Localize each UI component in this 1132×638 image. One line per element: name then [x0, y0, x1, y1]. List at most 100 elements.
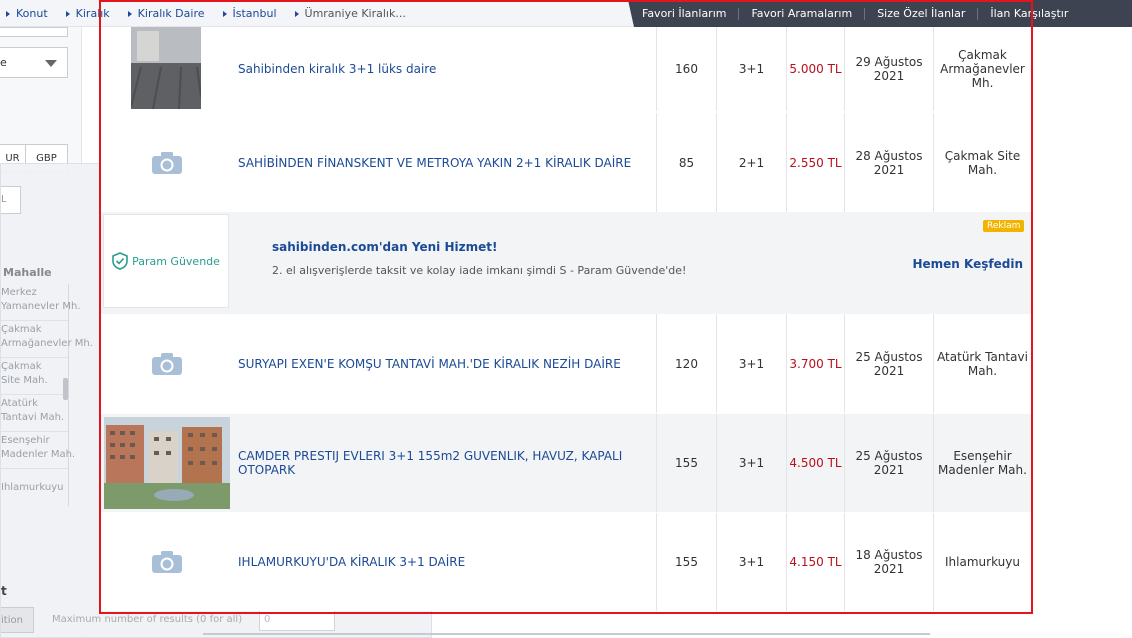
top-bar: Konut Kiralık Kiralık Daire İstanbul Ümr…	[0, 0, 1132, 27]
neighborhood-heading: Mahalle	[3, 266, 52, 279]
tab-favorite-listings[interactable]: Favori İlanlarım	[628, 7, 738, 20]
listing-price: 4.150 TL	[786, 513, 844, 611]
neighborhood-label: Ihlamurkuyu	[1, 482, 64, 493]
listing-location: Çakmak Site Mah.	[933, 113, 1031, 212]
breadcrumb-item[interactable]: Konut	[0, 7, 58, 20]
triangle-right-icon	[222, 10, 227, 17]
ad-banner[interactable]: Param Güvende sahibinden.com'dan Yeni Hi…	[101, 212, 1031, 314]
breadcrumb-label: Kiralık	[75, 7, 110, 20]
listing-location: Ihlamurkuyu	[933, 513, 1031, 611]
listing-thumbnail[interactable]	[101, 113, 232, 212]
partial-button[interactable]: ition	[1, 607, 34, 633]
listing-thumbnail[interactable]	[101, 513, 232, 611]
table-row[interactable]: SURYAPI EXEN'E KOMŞU TANTAVİ MAH.'DE KİR…	[101, 314, 1031, 413]
filter-text-input[interactable]	[0, 27, 68, 37]
listing-rooms: 2+1	[716, 113, 786, 212]
breadcrumb-item[interactable]: Kiralık Daire	[120, 7, 215, 20]
breadcrumb-label: Konut	[16, 7, 48, 20]
listing-location: Atatürk Tantavi Mah.	[933, 314, 1031, 413]
ad-cta-link[interactable]: Hemen Keşfedin	[912, 257, 1023, 271]
listing-rooms: 3+1	[716, 27, 786, 111]
divider	[203, 633, 930, 635]
ad-description: 2. el alışverişlerde taksit ve kolay iad…	[272, 264, 687, 277]
listing-price: 4.500 TL	[786, 414, 844, 512]
currency-input[interactable]: L	[1, 186, 21, 214]
camera-icon	[151, 352, 182, 375]
filter-select-value: e	[0, 56, 7, 69]
neighborhood-item[interactable]: Esenşehir Madenler Mah.	[1, 432, 75, 469]
ad-title[interactable]: sahibinden.com'dan Yeni Hizmet!	[272, 240, 497, 254]
listing-thumbnail[interactable]	[101, 314, 232, 413]
camera-icon	[151, 551, 182, 573]
listing-price: 3.700 TL	[786, 314, 844, 413]
breadcrumb-label: Ümraniye Kiralık...	[304, 7, 406, 20]
breadcrumb: Konut Kiralık Kiralık Daire İstanbul Ümr…	[0, 0, 416, 27]
neighborhood-label: Atatürk Tantavi Mah.	[1, 398, 65, 423]
ad-badge: Reklam	[983, 220, 1025, 232]
tab-special-listings[interactable]: Size Özel İlanlar	[864, 7, 977, 20]
neighborhood-item[interactable]: Atatürk Tantavi Mah.	[1, 395, 68, 432]
neighborhood-item[interactable]: Merkez Yamanevler Mh.	[1, 284, 81, 321]
triangle-right-icon	[127, 10, 132, 17]
listing-thumbnail[interactable]	[101, 27, 232, 111]
neighborhood-label: Çakmak Site Mah.	[1, 361, 48, 386]
listing-price: 5.000 TL	[786, 27, 844, 111]
listing-location: Çakmak Armağanevler Mh.	[933, 27, 1031, 111]
listing-location: Esenşehir Madenler Mah.	[933, 414, 1031, 512]
listing-table: Sahibinden kiralık 3+1 lüks daire 160 3+…	[101, 27, 1031, 611]
table-row[interactable]: SAHİBİNDEN FİNANSKENT VE METROYA YAKIN 2…	[101, 113, 1031, 212]
listing-title-link[interactable]: SURYAPI EXEN'E KOMŞU TANTAVİ MAH.'DE KİR…	[232, 357, 656, 371]
header-tabs: Favori İlanlarım Favori Aramalarım Size …	[628, 0, 1132, 27]
listing-rooms: 3+1	[716, 414, 786, 512]
neighborhood-list[interactable]: Merkez Yamanevler Mh. Çakmak Armağanevle…	[1, 284, 93, 506]
breadcrumb-label: Kiralık Daire	[137, 7, 205, 20]
ad-logo-text: Param Güvende	[132, 254, 220, 268]
max-results-input[interactable]: 0	[259, 609, 335, 631]
listing-title-link[interactable]: SAHİBİNDEN FİNANSKENT VE METROYA YAKIN 2…	[232, 156, 656, 170]
shield-check-icon	[112, 252, 128, 270]
listing-rooms: 3+1	[716, 314, 786, 413]
neighborhood-label: Esenşehir Madenler Mah.	[1, 435, 76, 460]
table-row[interactable]: IHLAMURKUYU'DA KİRALIK 3+1 DAİRE 155 3+1…	[101, 513, 1031, 611]
table-row[interactable]: Sahibinden kiralık 3+1 lüks daire 160 3+…	[101, 27, 1031, 111]
triangle-right-icon	[294, 10, 299, 17]
page-root: e UR GBP L Mahalle Merkez Yamanevler Mh.…	[0, 0, 1132, 638]
tab-compare-listings[interactable]: İlan Karşılaştır	[977, 7, 1080, 20]
listing-date: 28 Ağustos 2021	[844, 113, 933, 212]
neighborhood-label: Merkez Yamanevler Mh.	[1, 287, 81, 312]
listing-m2: 155	[656, 513, 716, 611]
max-results-value: 0	[264, 614, 271, 625]
neighborhood-item[interactable]: Ihlamurkuyu	[1, 469, 68, 506]
max-results-label: Maximum number of results (0 for all)	[52, 614, 243, 625]
triangle-right-icon	[65, 10, 70, 17]
photo-buildings	[103, 417, 230, 509]
listing-title-link[interactable]: Sahibinden kiralık 3+1 lüks daire	[232, 62, 656, 76]
listing-date: 18 Ağustos 2021	[844, 513, 933, 611]
triangle-right-icon	[6, 10, 10, 17]
listing-thumbnail[interactable]	[101, 414, 232, 512]
breadcrumb-item[interactable]: İstanbul	[215, 7, 287, 20]
camera-icon	[151, 151, 182, 174]
listing-price: 2.550 TL	[786, 113, 844, 212]
breadcrumb-item[interactable]: Kiralık	[58, 7, 120, 20]
chevron-down-icon	[45, 60, 57, 67]
breadcrumb-label: İstanbul	[232, 7, 277, 20]
currency-input-placeholder: L	[1, 194, 7, 205]
listing-m2: 85	[656, 113, 716, 212]
listing-title-link[interactable]: CAMDER PRESTIJ EVLERI 3+1 155m2 GUVENLIK…	[232, 449, 656, 477]
listing-date: 25 Ağustos 2021	[844, 314, 933, 413]
breadcrumb-item[interactable]: Ümraniye Kiralık...	[287, 7, 416, 20]
list-scrollbar[interactable]	[63, 378, 68, 400]
filter-select[interactable]: e	[0, 47, 68, 78]
partial-button-label: ition	[1, 615, 23, 626]
neighborhood-item[interactable]: Çakmak Armağanevler Mh.	[1, 321, 93, 358]
listing-rooms: 3+1	[716, 513, 786, 611]
neighborhood-item[interactable]: Çakmak Site Mah.	[1, 358, 68, 395]
listing-title-link[interactable]: IHLAMURKUYU'DA KİRALIK 3+1 DAİRE	[232, 555, 656, 569]
listing-date: 25 Ağustos 2021	[844, 414, 933, 512]
tab-favorite-searches[interactable]: Favori Aramalarım	[738, 7, 864, 20]
listing-m2: 155	[656, 414, 716, 512]
table-row[interactable]: CAMDER PRESTIJ EVLERI 3+1 155m2 GUVENLIK…	[101, 414, 1031, 512]
listing-m2: 160	[656, 27, 716, 111]
photo-floor	[131, 27, 201, 110]
